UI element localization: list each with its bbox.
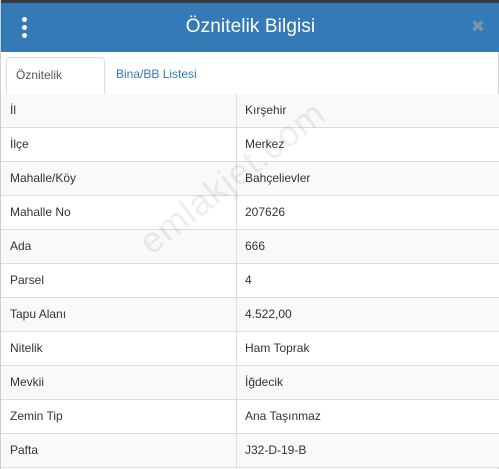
table-row: Tapu Alanı 4.522,00 bbox=[1, 298, 499, 332]
row-value: 666 bbox=[245, 239, 266, 253]
row-label: İl bbox=[1, 94, 237, 127]
table-row: Mevkii İğdecik bbox=[1, 366, 499, 400]
row-value: Ana Taşınmaz bbox=[245, 409, 321, 423]
row-label: Pafta bbox=[1, 434, 237, 467]
tab-attribute-info[interactable]: Öznitelik Bilgisi bbox=[6, 57, 105, 116]
row-value: Kırşehir bbox=[245, 103, 287, 117]
row-label: Ada bbox=[1, 230, 237, 263]
table-row: İl Kırşehir bbox=[1, 94, 499, 128]
row-value: Merkez bbox=[245, 137, 285, 151]
row-value: Bahçelievler bbox=[245, 171, 311, 185]
table-row: Ada 666 bbox=[1, 230, 499, 264]
menu-dot bbox=[22, 17, 27, 22]
row-label: Parsel bbox=[1, 264, 237, 297]
row-value: J32-D-19-B bbox=[245, 443, 307, 457]
table-row: İlçe Merkez bbox=[1, 128, 499, 162]
row-label: İlçe bbox=[1, 128, 237, 161]
row-label: Mahalle No bbox=[1, 196, 237, 229]
table-row: Pafta J32-D-19-B bbox=[1, 434, 499, 468]
close-icon[interactable]: ✖ bbox=[468, 16, 488, 38]
table-row: Mahalle/Köy Bahçelievler bbox=[1, 162, 499, 196]
row-label: Tapu Alanı bbox=[1, 298, 237, 331]
row-label: Mevkii bbox=[1, 366, 237, 399]
row-value: Ham Toprak bbox=[245, 341, 310, 355]
menu-dot bbox=[22, 25, 27, 30]
table-row: Nitelik Ham Toprak bbox=[1, 332, 499, 366]
row-value: İğdecik bbox=[245, 375, 284, 389]
tab-building-list[interactable]: Bina/BB Listesi bbox=[107, 57, 217, 95]
attribute-info-dialog: Öznitelik Bilgisi ✖ Öznitelik Bilgisi Bi… bbox=[0, 0, 499, 469]
table-row: Zemin Tip Ana Taşınmaz bbox=[1, 400, 499, 434]
row-label: Mahalle/Köy bbox=[1, 162, 237, 195]
row-value: 207626 bbox=[245, 205, 286, 219]
row-label: Nitelik bbox=[1, 332, 237, 365]
row-value: 4.522,00 bbox=[245, 307, 292, 321]
row-label: Zemin Tip bbox=[1, 400, 237, 433]
row-value: 4 bbox=[245, 273, 252, 287]
dialog-title: Öznitelik Bilgisi bbox=[185, 16, 316, 37]
vertical-dots-menu-icon[interactable] bbox=[15, 14, 35, 40]
attribute-table: İl Kırşehir İlçe Merkez Mahalle/Köy Bahç… bbox=[1, 94, 499, 468]
tab-bar: Öznitelik Bilgisi Bina/BB Listesi bbox=[1, 52, 499, 116]
table-row: Mahalle No 207626 bbox=[1, 196, 499, 230]
table-row: Parsel 4 bbox=[1, 264, 499, 298]
menu-dot bbox=[22, 33, 27, 38]
dialog-header: Öznitelik Bilgisi ✖ bbox=[1, 3, 499, 52]
